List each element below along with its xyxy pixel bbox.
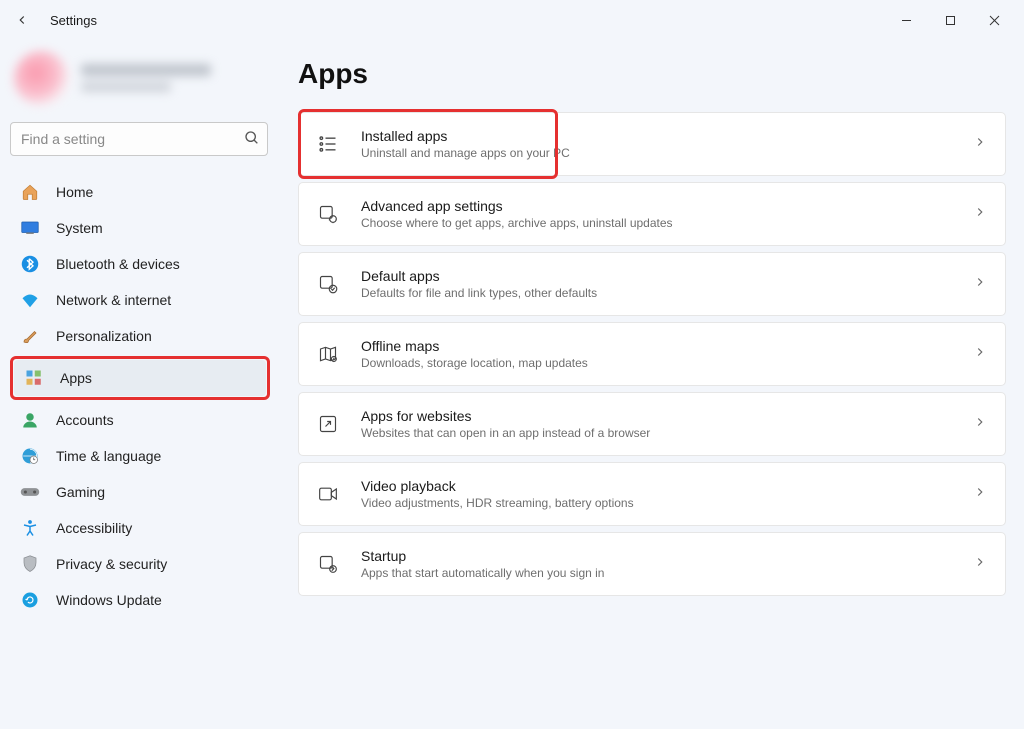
nav-bluetooth[interactable]: Bluetooth & devices [10,246,270,282]
nav-label: Time & language [56,448,161,464]
chevron-right-icon [973,275,987,294]
avatar [14,51,69,106]
title-bar: Settings [0,0,1024,40]
card-advanced-settings[interactable]: Advanced app settings Choose where to ge… [298,182,1006,246]
nav-personalization[interactable]: Personalization [10,318,270,354]
search-input[interactable] [10,122,268,156]
nav-accessibility[interactable]: Accessibility [10,510,270,546]
card-subtitle: Downloads, storage location, map updates [361,356,588,370]
nav-label: Windows Update [56,592,162,608]
gamepad-icon [20,482,40,502]
main-content: Apps Installed apps Uninstall and manage… [280,40,1024,729]
nav-label: System [56,220,103,236]
nav-network[interactable]: Network & internet [10,282,270,318]
profile-section[interactable] [10,50,270,106]
open-app-icon [317,413,339,435]
nav-system[interactable]: System [10,210,270,246]
nav-label: Accounts [56,412,114,428]
app-gear-icon [317,203,339,225]
nav-gaming[interactable]: Gaming [10,474,270,510]
nav-list: Home System Bluetooth & devices Network … [10,174,270,618]
chevron-right-icon [973,135,987,154]
card-offline-maps[interactable]: Offline maps Downloads, storage location… [298,322,1006,386]
close-button[interactable] [972,5,1016,35]
nav-label: Home [56,184,93,200]
chevron-right-icon [973,345,987,364]
video-icon [317,483,339,505]
card-subtitle: Defaults for file and link types, other … [361,286,597,300]
back-button[interactable] [8,6,36,34]
settings-cards: Installed apps Uninstall and manage apps… [298,112,1006,596]
default-icon [317,273,339,295]
nav-label: Accessibility [56,520,132,536]
chevron-right-icon [973,485,987,504]
card-subtitle: Video adjustments, HDR streaming, batter… [361,496,634,510]
card-video-playback[interactable]: Video playback Video adjustments, HDR st… [298,462,1006,526]
card-title: Video playback [361,478,634,494]
map-icon [317,343,339,365]
nav-apps[interactable]: Apps [14,360,266,396]
nav-label: Apps [60,370,92,386]
home-icon [20,182,40,202]
card-subtitle: Uninstall and manage apps on your PC [361,146,570,160]
apps-icon [24,368,44,388]
globe-clock-icon [20,446,40,466]
card-default-apps[interactable]: Default apps Defaults for file and link … [298,252,1006,316]
minimize-button[interactable] [884,5,928,35]
update-icon [20,590,40,610]
nav-label: Privacy & security [56,556,167,572]
card-apps-for-websites[interactable]: Apps for websites Websites that can open… [298,392,1006,456]
card-title: Advanced app settings [361,198,673,214]
nav-label: Personalization [56,328,152,344]
card-installed-apps[interactable]: Installed apps Uninstall and manage apps… [298,112,1006,176]
nav-accounts[interactable]: Accounts [10,402,270,438]
nav-home[interactable]: Home [10,174,270,210]
card-subtitle: Websites that can open in an app instead… [361,426,650,440]
person-icon [20,410,40,430]
card-subtitle: Choose where to get apps, archive apps, … [361,216,673,230]
list-icon [317,133,339,155]
card-title: Apps for websites [361,408,650,424]
page-title: Apps [298,58,1006,90]
wifi-icon [20,290,40,310]
chevron-right-icon [973,555,987,574]
card-title: Installed apps [361,128,570,144]
card-title: Startup [361,548,604,564]
window-controls [884,5,1016,35]
nav-label: Bluetooth & devices [56,256,180,272]
card-subtitle: Apps that start automatically when you s… [361,566,604,580]
card-title: Default apps [361,268,597,284]
shield-icon [20,554,40,574]
card-title: Offline maps [361,338,588,354]
sidebar: Home System Bluetooth & devices Network … [0,40,280,729]
startup-icon [317,553,339,575]
nav-time[interactable]: Time & language [10,438,270,474]
system-icon [20,218,40,238]
nav-label: Gaming [56,484,105,500]
accessibility-icon [20,518,40,538]
nav-privacy[interactable]: Privacy & security [10,546,270,582]
nav-update[interactable]: Windows Update [10,582,270,618]
bluetooth-icon [20,254,40,274]
chevron-right-icon [973,205,987,224]
nav-label: Network & internet [56,292,171,308]
chevron-right-icon [973,415,987,434]
brush-icon [20,326,40,346]
card-startup[interactable]: Startup Apps that start automatically wh… [298,532,1006,596]
window-title: Settings [50,13,97,28]
search-icon [244,130,260,151]
maximize-button[interactable] [928,5,972,35]
